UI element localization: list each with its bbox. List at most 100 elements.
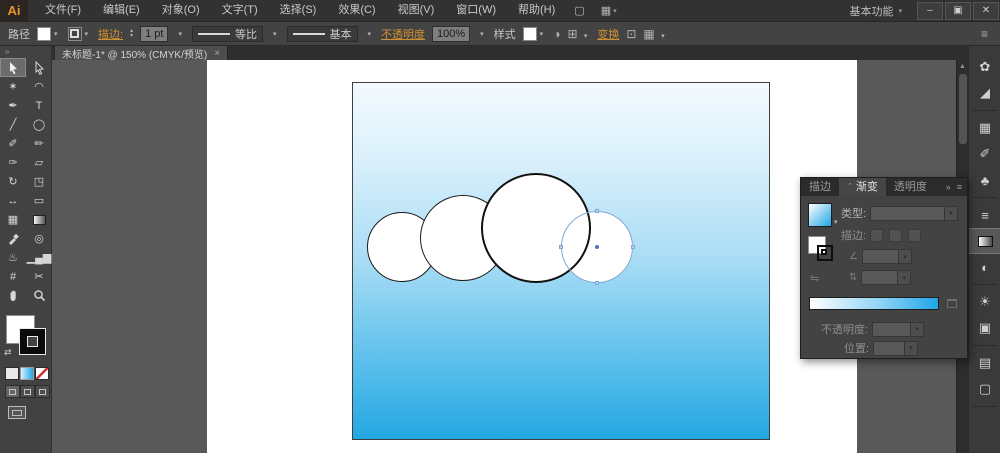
menu-effect[interactable]: 效果(C) xyxy=(327,0,386,21)
gradient-angle-dropdown[interactable]: ▾ xyxy=(861,249,912,264)
scrollbar-thumb[interactable] xyxy=(958,74,967,144)
gradient-type-dropdown[interactable]: ▾ xyxy=(870,205,959,221)
color-button[interactable] xyxy=(5,367,19,380)
slice-tool[interactable]: ✂ xyxy=(26,267,52,286)
chevron-down-icon[interactable]: ▾ xyxy=(365,30,375,38)
chevron-down-icon[interactable]: ▾ xyxy=(51,30,61,38)
style-control[interactable]: ▾ xyxy=(522,26,547,41)
menu-select[interactable]: 选择(S) xyxy=(269,0,328,21)
brushes-panel-icon[interactable]: ✐ xyxy=(969,141,1000,167)
width-profile-dropdown[interactable]: 等比 xyxy=(191,25,263,42)
menu-object[interactable]: 对象(O) xyxy=(151,0,211,21)
scale-tool[interactable]: ◳ xyxy=(26,172,52,191)
stroke-swatch[interactable] xyxy=(67,26,82,41)
chevron-down-icon[interactable]: ▾ xyxy=(537,30,547,38)
gradient-panel-icon[interactable] xyxy=(969,228,1000,254)
anchor-point[interactable] xyxy=(559,245,563,249)
br-icon[interactable]: ▢ xyxy=(566,4,592,17)
free-transform-tool[interactable]: ▭ xyxy=(26,191,52,210)
none-button[interactable] xyxy=(35,367,49,380)
chevron-down-icon[interactable]: ▾ xyxy=(477,30,487,38)
isolate-object-icon[interactable]: ⊡ xyxy=(626,27,636,41)
gradient-thumbnail[interactable] xyxy=(808,203,832,227)
layers-panel-icon[interactable]: ▤ xyxy=(969,350,1000,376)
gradient-aspect-dropdown[interactable]: ▾ xyxy=(861,270,912,285)
recolor-artwork-icon[interactable]: ◑ xyxy=(553,27,560,41)
brush-definition-dropdown[interactable]: 基本 xyxy=(286,25,358,42)
reverse-gradient-icon[interactable]: ⇋ xyxy=(810,272,819,285)
draw-inside-button[interactable] xyxy=(35,385,50,398)
document-tab[interactable]: 未标题-1* @ 150% (CMYK/预览) × xyxy=(55,46,229,61)
menu-help[interactable]: 帮助(H) xyxy=(507,0,566,21)
menu-view[interactable]: 视图(V) xyxy=(387,0,446,21)
tab-gradient[interactable]: ⌃ 渐变 xyxy=(839,178,886,196)
panel-menu-icon[interactable]: ≡ xyxy=(957,182,962,192)
stroke-proxy[interactable] xyxy=(19,328,46,355)
stop-location-dropdown[interactable]: ▾ xyxy=(873,340,919,356)
swatches-panel-icon[interactable]: ▦ xyxy=(969,115,1000,141)
fill-swatch[interactable] xyxy=(37,26,51,41)
scroll-up-icon[interactable]: ▲ xyxy=(957,60,968,70)
swap-fill-stroke-icon[interactable]: ⇄ xyxy=(4,347,12,358)
symbols-panel-icon[interactable]: ♣ xyxy=(969,167,1000,193)
symbol-sprayer-tool[interactable]: ♨ xyxy=(0,248,26,267)
close-button[interactable]: ✕ xyxy=(973,1,999,20)
control-panel-menu-icon[interactable]: ≡ xyxy=(981,27,992,41)
menu-window[interactable]: 窗口(W) xyxy=(445,0,507,21)
tab-transparency[interactable]: 透明度 xyxy=(886,178,935,196)
width-tool[interactable]: ↔ xyxy=(0,191,26,210)
arrange-documents-icon[interactable]: ▦ ▾ xyxy=(593,4,625,17)
transform-link[interactable]: 变换 xyxy=(597,26,619,42)
opacity-link[interactable]: 不透明度 xyxy=(381,26,425,42)
anchor-point[interactable] xyxy=(631,245,635,249)
anchor-point[interactable] xyxy=(595,281,599,285)
anchor-point[interactable] xyxy=(595,209,599,213)
selection-tool[interactable] xyxy=(0,58,26,77)
stroke-weight-field[interactable]: 1 pt xyxy=(140,25,169,42)
graphic-styles-panel-icon[interactable]: ▣ xyxy=(969,315,1000,341)
stroke-weight-stepper[interactable]: ▴ ▾ xyxy=(130,28,133,39)
artboard-tool[interactable]: # xyxy=(0,267,26,286)
style-swatch[interactable] xyxy=(522,26,537,41)
stroke-panel-link[interactable]: 描边: xyxy=(98,26,123,42)
tab-stroke[interactable]: 描边 xyxy=(801,178,839,196)
magic-wand-tool[interactable]: ✶ xyxy=(0,77,26,96)
blend-tool[interactable]: ◎ xyxy=(26,229,52,248)
blob-brush-tool[interactable]: ✑ xyxy=(0,153,26,172)
tools-collapse-icon[interactable]: » xyxy=(0,46,51,58)
stepper-down-icon[interactable]: ▾ xyxy=(130,33,133,39)
hand-tool[interactable] xyxy=(0,286,26,305)
direct-selection-tool[interactable] xyxy=(26,58,52,77)
screen-mode-button[interactable] xyxy=(8,406,26,419)
align-dropdown[interactable]: ⊞ ▾ xyxy=(567,27,590,41)
line-segment-tool[interactable]: ╱ xyxy=(0,115,26,134)
chevron-down-icon[interactable]: ▾ xyxy=(270,30,280,38)
collapse-to-icons-icon[interactable]: » xyxy=(946,182,951,192)
color-guide-panel-icon[interactable]: ◢ xyxy=(969,80,1000,106)
paintbrush-tool[interactable]: ✐ xyxy=(0,134,26,153)
pencil-tool[interactable]: ✏ xyxy=(26,134,52,153)
gradient-stroke-proxy[interactable] xyxy=(817,245,833,261)
opacity-field[interactable]: 100% xyxy=(432,25,471,42)
color-panel-icon[interactable]: ✿ xyxy=(969,54,1000,80)
rotate-tool[interactable]: ↻ xyxy=(0,172,26,191)
gradient-stroke-within-button[interactable] xyxy=(870,228,884,242)
ellipse-tool[interactable]: ◯ xyxy=(26,115,52,134)
menu-file[interactable]: 文件(F) xyxy=(34,0,92,21)
pen-tool[interactable]: ✒ xyxy=(0,96,26,115)
menu-edit[interactable]: 编辑(E) xyxy=(92,0,151,21)
lasso-tool[interactable]: ◠ xyxy=(26,77,52,96)
fill-color-control[interactable]: ▾ xyxy=(37,26,61,41)
gradient-slider[interactable] xyxy=(809,297,939,310)
tab-close-icon[interactable]: × xyxy=(214,48,220,59)
restore-button[interactable]: ▣ xyxy=(945,1,971,20)
column-graph-tool[interactable]: ▁▄▆ xyxy=(26,248,52,267)
type-tool[interactable]: T xyxy=(26,96,52,115)
gradient-button[interactable] xyxy=(20,367,34,380)
stroke-panel-icon[interactable]: ≡ xyxy=(969,202,1000,228)
eyedropper-tool[interactable] xyxy=(0,229,26,248)
gradient-stroke-across-button[interactable] xyxy=(908,228,922,242)
chevron-down-icon[interactable]: ▾ xyxy=(82,30,92,38)
minimize-button[interactable]: – xyxy=(917,1,943,20)
artboards-panel-icon[interactable]: ▢ xyxy=(969,376,1000,402)
